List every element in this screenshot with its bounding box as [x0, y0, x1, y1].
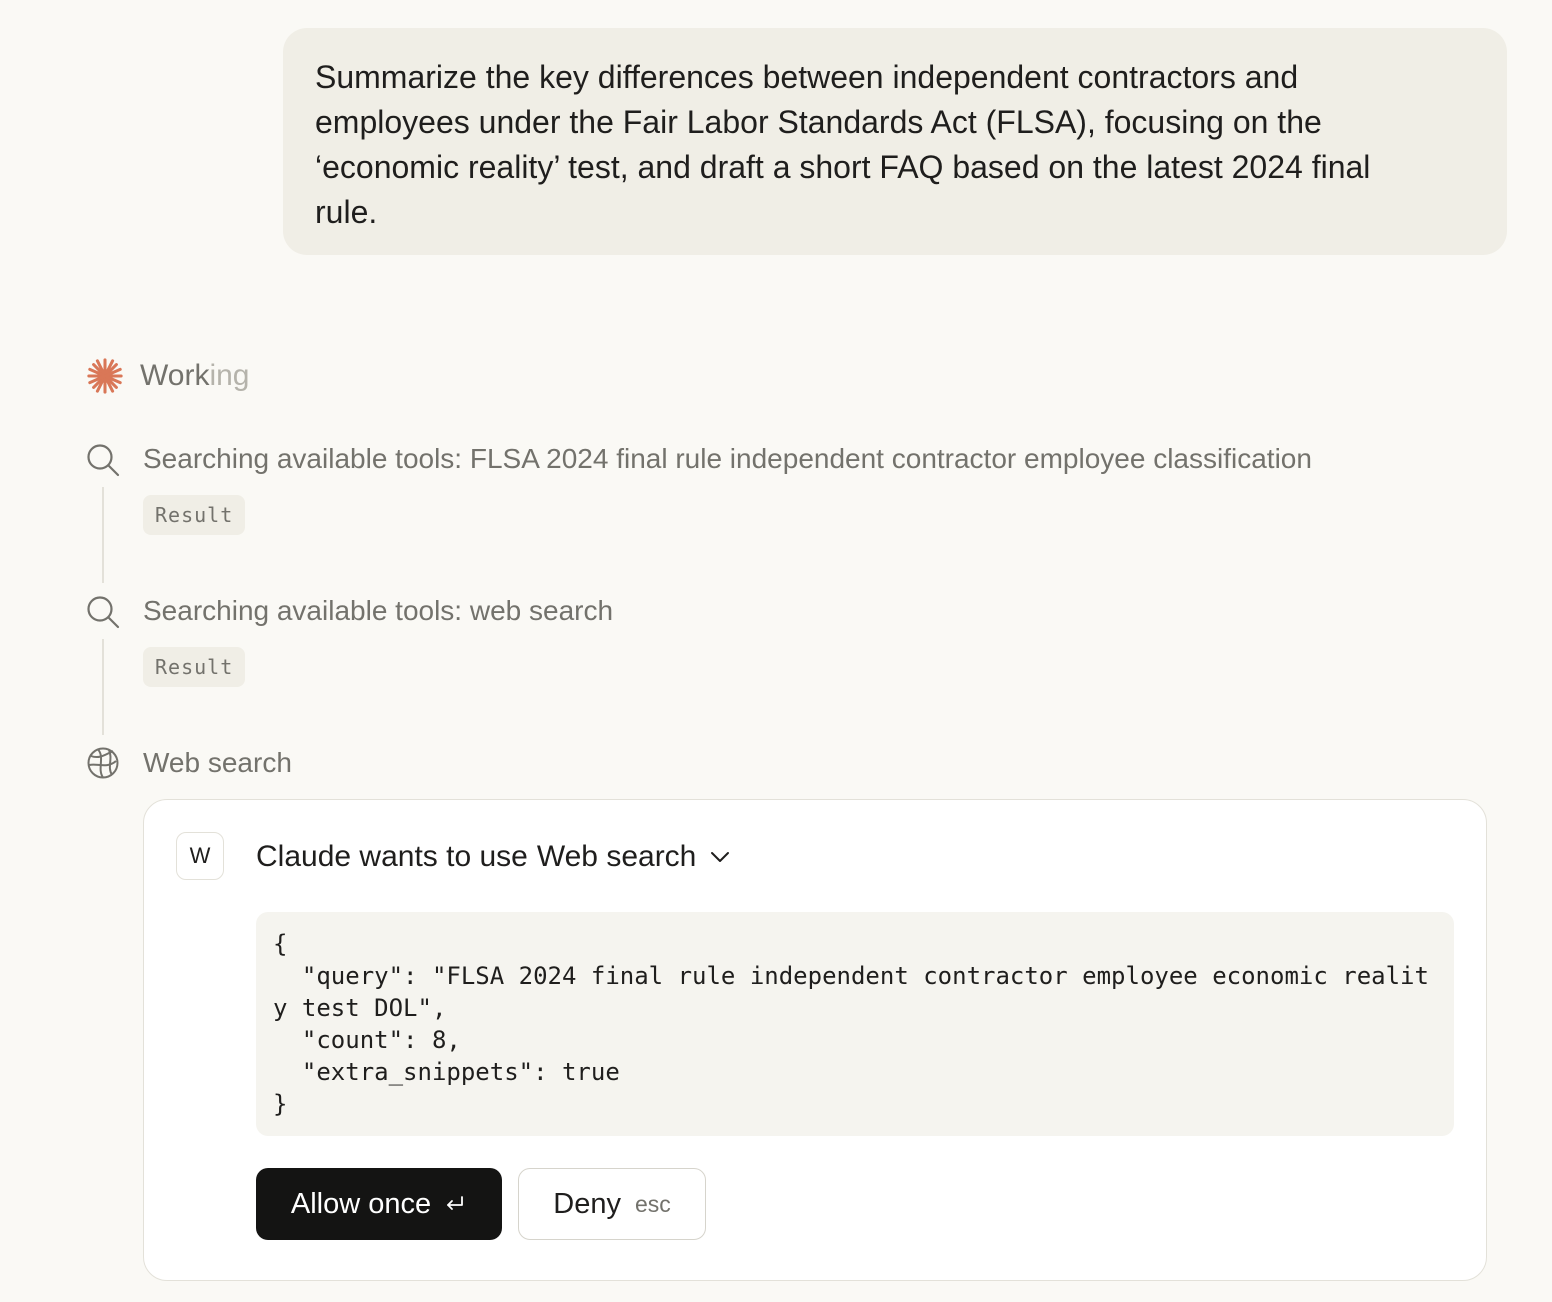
deny-shortcut-hint: esc [634, 1190, 671, 1217]
code-line: "count": 8, [273, 1026, 461, 1054]
working-label: Working [140, 359, 250, 393]
chat-page: Summarize the key differences between in… [0, 0, 1552, 1302]
user-message-bubble: Summarize the key differences between in… [283, 28, 1507, 255]
tool-input-code: { "query": "FLSA 2024 final rule indepen… [256, 912, 1454, 1136]
user-message-line: Summarize the key differences between in… [315, 59, 1299, 95]
search-icon [87, 596, 120, 629]
code-line: "extra_snippets": true [273, 1058, 620, 1086]
user-message-line: rule. [315, 194, 378, 230]
code-line: y test DOL", [273, 994, 447, 1022]
globe-icon [87, 747, 119, 779]
tool-badge: W [176, 832, 224, 880]
deny-button[interactable]: Deny esc [518, 1168, 706, 1240]
result-chip[interactable]: Result [143, 647, 246, 687]
working-status: Working [86, 356, 250, 396]
asterisk-spark-icon [87, 358, 123, 394]
working-label-main: Work [140, 359, 210, 392]
permission-title-prefix: Claude wants to use [256, 840, 528, 873]
user-message-line: employees under the Fair Labor Standards… [315, 104, 1322, 140]
step-web-search-text: Web search [143, 747, 292, 778]
user-message-line: ‘economic reality’ test, and draft a sho… [315, 149, 1371, 185]
code-line: } [273, 1090, 288, 1118]
allow-once-label: Allow once [290, 1187, 432, 1220]
deny-label: Deny [553, 1187, 621, 1220]
result-chip[interactable]: Result [143, 495, 246, 535]
working-label-fade: ing [209, 359, 250, 392]
permission-title[interactable]: Claude wants to use Web search [256, 838, 732, 876]
permission-tool-name: Web search [536, 840, 697, 873]
code-line: { [273, 930, 288, 958]
chevron-down-icon[interactable] [708, 845, 732, 869]
code-line: "query": "FLSA 2024 final rule independe… [273, 962, 1429, 990]
enter-key-icon [447, 1196, 464, 1210]
permission-card: W Claude wants to use Web search { "quer… [143, 799, 1487, 1281]
step-search-web-text[interactable]: Searching available tools: web search [143, 593, 613, 629]
step-connector-line [102, 639, 104, 735]
search-icon [87, 444, 120, 477]
allow-once-button[interactable]: Allow once [256, 1168, 502, 1240]
step-connector-line [102, 487, 104, 583]
step-search-tools-text[interactable]: Searching available tools: FLSA 2024 fin… [143, 441, 1312, 477]
